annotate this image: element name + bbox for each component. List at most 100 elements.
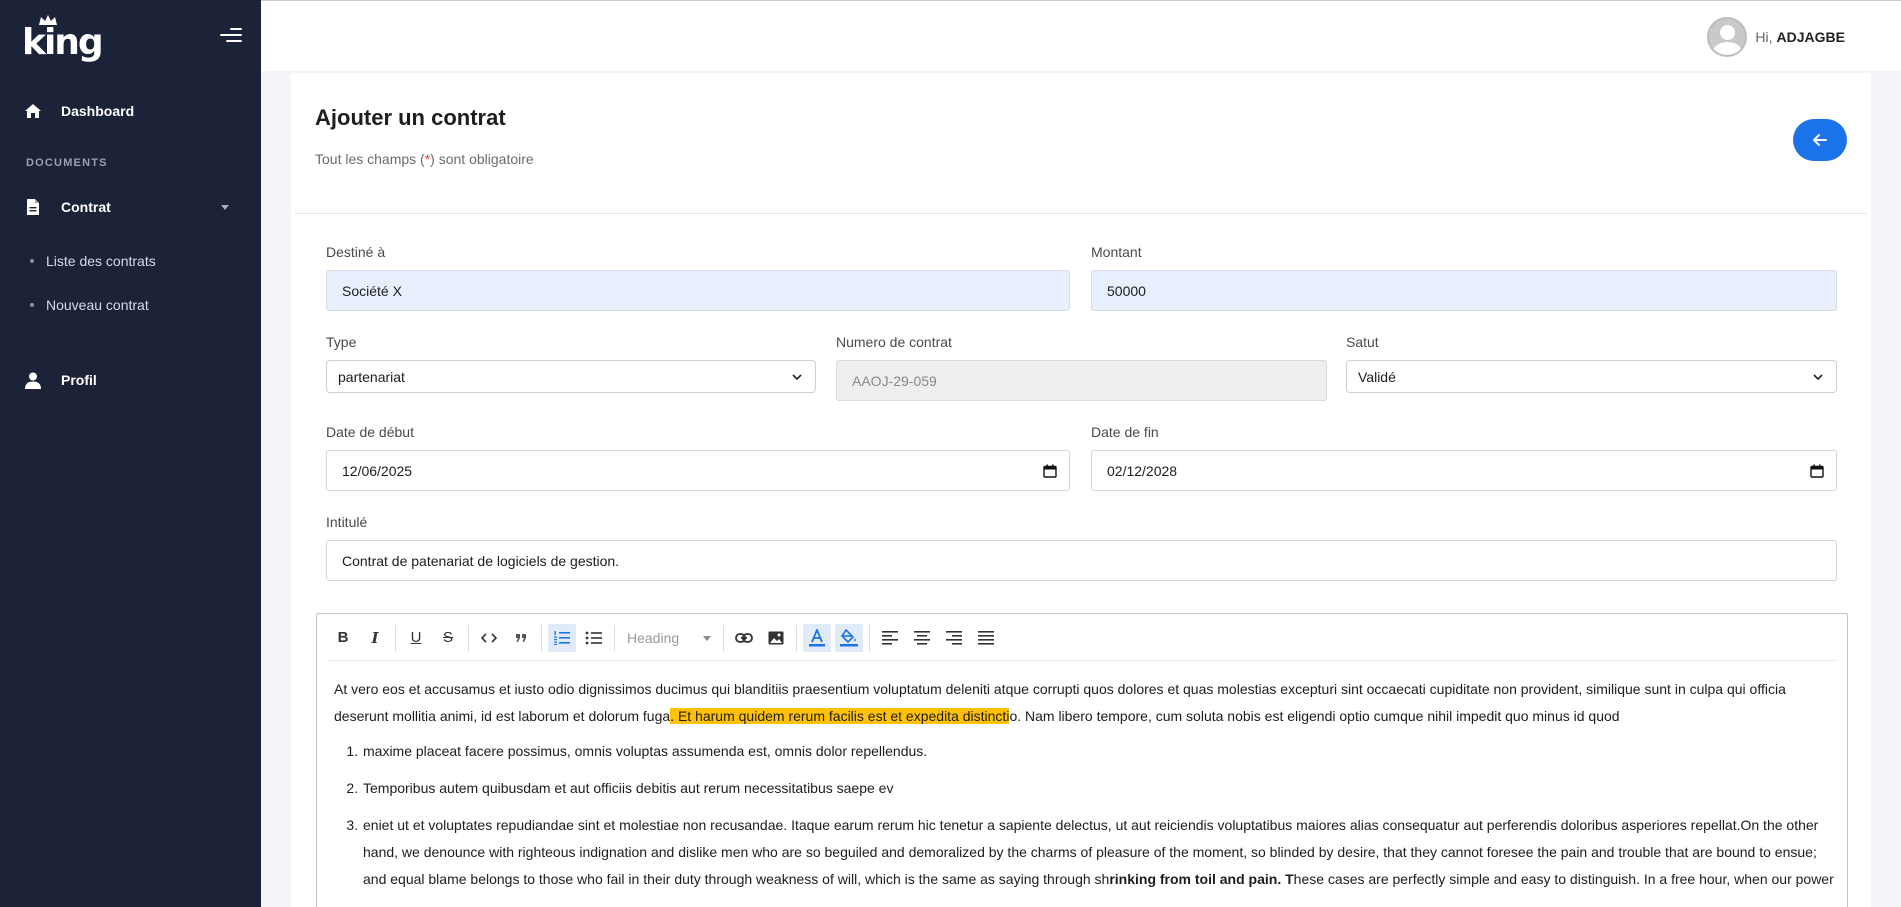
nav-contrat-label: Contrat xyxy=(61,199,111,215)
toolbar-separator xyxy=(614,624,615,651)
toolbar-separator xyxy=(723,624,724,651)
underline-icon: U xyxy=(410,629,422,646)
align-justify-button[interactable] xyxy=(972,624,1000,652)
sidebar-item-nouveau-contrat[interactable]: Nouveau contrat xyxy=(30,297,149,313)
back-button[interactable] xyxy=(1793,119,1847,161)
toolbar-divider xyxy=(329,660,1835,661)
list-item: Temporibus autem quibusdam et aut offici… xyxy=(362,775,1834,802)
chevron-down-icon xyxy=(1813,374,1823,381)
type-value: partenariat xyxy=(338,368,405,385)
align-center-button[interactable] xyxy=(908,624,936,652)
ordered-list: maxime placeat facere possimus, omnis vo… xyxy=(334,738,1834,893)
fin-value: 02/12/2028 xyxy=(1107,462,1178,479)
list-item-text: hese cases are perfectly simple and easy… xyxy=(1293,871,1834,887)
bullet-icon xyxy=(30,303,34,307)
highlight-color-button[interactable] xyxy=(835,623,863,652)
divider xyxy=(295,213,1867,214)
toolbar-separator xyxy=(869,624,870,651)
numero-value: AAOJ-29-059 xyxy=(852,372,937,389)
list-item: eniet ut et voluptates repudiandae sint … xyxy=(362,812,1834,893)
blockquote-button[interactable] xyxy=(507,624,535,652)
nav-dashboard[interactable]: Dashboard xyxy=(0,91,261,131)
sidebar-item-label: Liste des contrats xyxy=(46,253,156,269)
user-icon xyxy=(24,371,42,389)
strikethrough-button[interactable]: S xyxy=(434,624,462,652)
align-right-button[interactable] xyxy=(940,624,968,652)
bullet-list-icon xyxy=(585,631,602,644)
destine-value: Société X xyxy=(342,282,402,299)
fin-label: Date de fin xyxy=(1091,424,1159,440)
editor-paragraph: At vero eos et accusamus et iusto odio d… xyxy=(334,676,1834,730)
strikethrough-icon: S xyxy=(442,629,453,646)
rich-text-editor[interactable]: B I U S Heading At vero eos et accusamus… xyxy=(316,613,1848,907)
code-button[interactable] xyxy=(475,624,503,652)
align-justify-icon xyxy=(978,630,994,645)
debut-date-input[interactable]: 12/06/2025 xyxy=(326,450,1070,491)
bullet-icon xyxy=(30,259,34,263)
align-left-button[interactable] xyxy=(876,624,904,652)
link-button[interactable] xyxy=(730,624,758,652)
arrow-left-icon xyxy=(1813,134,1827,146)
montant-value: 50000 xyxy=(1107,282,1146,299)
editor-toolbar: B I U S Heading xyxy=(317,614,1847,661)
italic-icon: I xyxy=(371,628,379,647)
image-button[interactable] xyxy=(762,624,790,652)
username: ADJAGBE xyxy=(1776,29,1845,45)
toolbar-separator xyxy=(395,624,396,651)
highlighted-text: . Et harum quidem rerum facilis est et e… xyxy=(670,708,1010,724)
menu-toggle-icon[interactable] xyxy=(220,28,242,44)
sidebar-item-liste-contrats[interactable]: Liste des contrats xyxy=(30,253,156,269)
heading-dropdown[interactable]: Heading xyxy=(619,624,719,652)
chevron-down-icon xyxy=(792,374,802,381)
align-center-icon xyxy=(914,630,930,645)
sidebar: king Dashboard DOCUMENTS Contrat Liste d… xyxy=(0,0,261,907)
type-label: Type xyxy=(326,334,357,350)
statut-value: Validé xyxy=(1358,368,1396,385)
main-card: Ajouter un contrat Tout les champs (*) s… xyxy=(291,73,1871,907)
user-menu[interactable]: Hi, ADJAGBE xyxy=(1707,17,1845,57)
logo-text: king xyxy=(22,22,104,63)
align-left-icon xyxy=(882,630,898,645)
montant-input[interactable]: 50000 xyxy=(1091,270,1837,311)
nav-profil[interactable]: Profil xyxy=(0,360,261,400)
quote-icon xyxy=(516,633,526,642)
calendar-icon[interactable] xyxy=(1043,464,1057,478)
heading-placeholder: Heading xyxy=(627,629,680,646)
image-icon xyxy=(768,631,784,644)
logo[interactable]: king xyxy=(22,14,104,63)
statut-label: Satut xyxy=(1346,334,1379,350)
section-documents: DOCUMENTS xyxy=(26,157,108,169)
toolbar-separator xyxy=(541,624,542,651)
subtitle-text-after: ) sont obligatoire xyxy=(430,151,534,167)
intitule-input[interactable]: Contrat de patenariat de logiciels de ge… xyxy=(326,540,1837,581)
nav-dashboard-label: Dashboard xyxy=(61,103,135,119)
avatar xyxy=(1707,17,1748,57)
bullet-list-button[interactable] xyxy=(580,624,608,652)
topbar: Hi, ADJAGBE xyxy=(261,0,1901,71)
code-icon xyxy=(481,632,497,643)
type-select[interactable]: partenariat xyxy=(326,360,816,393)
text-color-icon xyxy=(809,628,825,646)
italic-button[interactable]: I xyxy=(361,624,389,652)
toolbar-separator xyxy=(468,624,469,651)
statut-select[interactable]: Validé xyxy=(1346,360,1837,393)
numero-label: Numero de contrat xyxy=(836,334,952,350)
text-color-button[interactable] xyxy=(803,623,831,652)
destine-input[interactable]: Société X xyxy=(326,270,1070,311)
ordered-list-button[interactable] xyxy=(548,623,576,652)
greeting: Hi, xyxy=(1755,29,1773,45)
bold-text: rinking from toil and pain. T xyxy=(1109,871,1294,887)
subtitle-text-before: Tout les champs ( xyxy=(315,151,425,167)
nav-contrat[interactable]: Contrat xyxy=(0,187,261,227)
fin-date-input[interactable]: 02/12/2028 xyxy=(1091,450,1837,491)
chevron-down-icon xyxy=(703,635,711,641)
bold-button[interactable]: B xyxy=(329,624,357,652)
underline-button[interactable]: U xyxy=(402,624,430,652)
page-subtitle: Tout les champs (*) sont obligatoire xyxy=(315,151,534,167)
file-icon xyxy=(24,198,42,216)
bold-icon: B xyxy=(337,629,349,646)
editor-content[interactable]: At vero eos et accusamus et iusto odio d… xyxy=(334,676,1834,903)
list-item-text: maxime placeat facere possimus, omnis vo… xyxy=(363,743,928,759)
debut-value: 12/06/2025 xyxy=(342,462,413,479)
calendar-icon[interactable] xyxy=(1810,464,1824,478)
